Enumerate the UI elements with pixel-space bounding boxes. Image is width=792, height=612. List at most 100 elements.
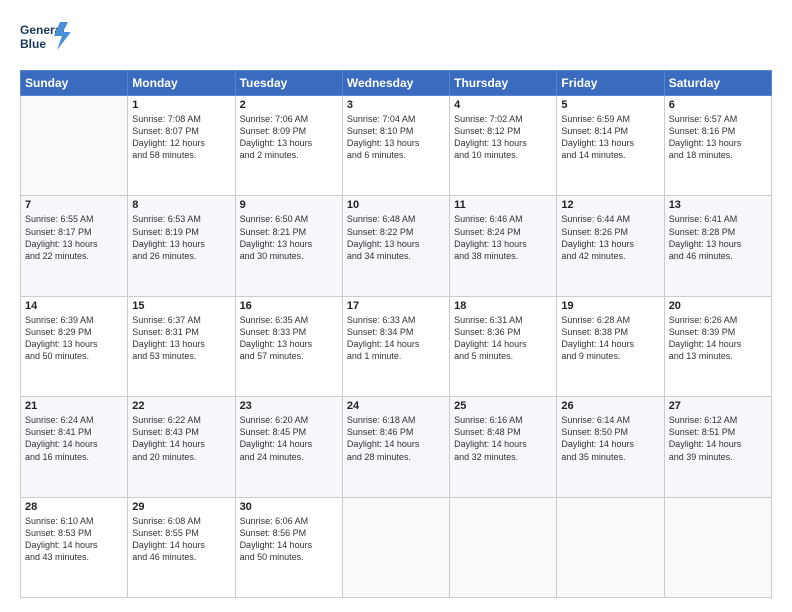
day-info: Sunrise: 6:20 AM Sunset: 8:45 PM Dayligh… (240, 414, 338, 463)
calendar-week-row: 1 Sunrise: 7:08 AM Sunset: 8:07 PM Daylig… (21, 96, 772, 196)
calendar-day-cell: 1 Sunrise: 7:08 AM Sunset: 8:07 PM Daylig… (128, 96, 235, 196)
day-number: 15 (132, 300, 230, 312)
day-info: Sunrise: 6:10 AM Sunset: 8:53 PM Dayligh… (25, 515, 123, 564)
day-number: 24 (347, 400, 445, 412)
day-info: Sunrise: 6:41 AM Sunset: 8:28 PM Dayligh… (669, 213, 767, 262)
day-info: Sunrise: 7:08 AM Sunset: 8:07 PM Dayligh… (132, 113, 230, 162)
day-info: Sunrise: 6:14 AM Sunset: 8:50 PM Dayligh… (561, 414, 659, 463)
day-number: 19 (561, 300, 659, 312)
header: General Blue (20, 18, 772, 60)
calendar-day-cell: 25 Sunrise: 6:16 AM Sunset: 8:48 PM Dayli… (450, 397, 557, 497)
calendar-day-cell: 17Sunrise: 6:33 AM Sunset: 8:34 PM Dayli… (342, 296, 449, 396)
day-info: Sunrise: 6:08 AM Sunset: 8:55 PM Dayligh… (132, 515, 230, 564)
day-info: Sunrise: 6:53 AM Sunset: 8:19 PM Dayligh… (132, 213, 230, 262)
svg-text:Blue: Blue (20, 37, 46, 51)
day-number: 1 (132, 99, 230, 111)
calendar-day-cell: 12 Sunrise: 6:44 AM Sunset: 8:26 PM Dayli… (557, 196, 664, 296)
calendar-day-header: Friday (557, 71, 664, 96)
calendar-day-cell: 9 Sunrise: 6:50 AM Sunset: 8:21 PM Daylig… (235, 196, 342, 296)
calendar-day-cell: 29 Sunrise: 6:08 AM Sunset: 8:55 PM Dayli… (128, 497, 235, 597)
calendar-day-header: Wednesday (342, 71, 449, 96)
day-info: Sunrise: 6:57 AM Sunset: 8:16 PM Dayligh… (669, 113, 767, 162)
calendar-day-cell: 3 Sunrise: 7:04 AM Sunset: 8:10 PM Daylig… (342, 96, 449, 196)
day-number: 9 (240, 199, 338, 211)
day-number: 30 (240, 501, 338, 513)
day-number: 17 (347, 300, 445, 312)
calendar-day-cell: 7Sunrise: 6:55 AM Sunset: 8:17 PM Daylig… (21, 196, 128, 296)
calendar-header-row: SundayMondayTuesdayWednesdayThursdayFrid… (21, 71, 772, 96)
day-number: 2 (240, 99, 338, 111)
day-info: Sunrise: 6:44 AM Sunset: 8:26 PM Dayligh… (561, 213, 659, 262)
calendar-day-header: Sunday (21, 71, 128, 96)
calendar-day-header: Thursday (450, 71, 557, 96)
day-number: 27 (669, 400, 767, 412)
calendar-week-row: 21 Sunrise: 6:24 AM Sunset: 8:41 PM Dayli… (21, 397, 772, 497)
day-number: 12 (561, 199, 659, 211)
day-number: 6 (669, 99, 767, 111)
calendar-day-cell: 6 Sunrise: 6:57 AM Sunset: 8:16 PM Daylig… (664, 96, 771, 196)
calendar-day-cell: 14 Sunrise: 6:39 AM Sunset: 8:29 PM Dayli… (21, 296, 128, 396)
calendar-day-cell (450, 497, 557, 597)
calendar-day-cell: 22 Sunrise: 6:22 AM Sunset: 8:43 PM Dayli… (128, 397, 235, 497)
day-number: 21 (25, 400, 123, 412)
calendar-day-cell: 15 Sunrise: 6:37 AM Sunset: 8:31 PM Dayli… (128, 296, 235, 396)
calendar-day-cell (21, 96, 128, 196)
day-number: 4 (454, 99, 552, 111)
day-info: Sunrise: 6:28 AM Sunset: 8:38 PM Dayligh… (561, 314, 659, 363)
calendar-table: SundayMondayTuesdayWednesdayThursdayFrid… (20, 70, 772, 598)
day-info: Sunrise: 6:35 AM Sunset: 8:33 PM Dayligh… (240, 314, 338, 363)
logo-svg: General Blue (20, 18, 70, 60)
calendar-day-cell: 20 Sunrise: 6:26 AM Sunset: 8:39 PM Dayli… (664, 296, 771, 396)
day-number: 23 (240, 400, 338, 412)
day-info: Sunrise: 6:22 AM Sunset: 8:43 PM Dayligh… (132, 414, 230, 463)
day-number: 25 (454, 400, 552, 412)
calendar-day-header: Monday (128, 71, 235, 96)
calendar-day-cell: 21 Sunrise: 6:24 AM Sunset: 8:41 PM Dayli… (21, 397, 128, 497)
calendar-week-row: 7Sunrise: 6:55 AM Sunset: 8:17 PM Daylig… (21, 196, 772, 296)
day-info: Sunrise: 6:37 AM Sunset: 8:31 PM Dayligh… (132, 314, 230, 363)
day-number: 5 (561, 99, 659, 111)
day-number: 18 (454, 300, 552, 312)
day-number: 28 (25, 501, 123, 513)
calendar-day-header: Tuesday (235, 71, 342, 96)
calendar-day-header: Saturday (664, 71, 771, 96)
day-info: Sunrise: 6:06 AM Sunset: 8:56 PM Dayligh… (240, 515, 338, 564)
calendar-week-row: 14 Sunrise: 6:39 AM Sunset: 8:29 PM Dayli… (21, 296, 772, 396)
calendar-day-cell: 27Sunrise: 6:12 AM Sunset: 8:51 PM Dayli… (664, 397, 771, 497)
calendar-day-cell: 10Sunrise: 6:48 AM Sunset: 8:22 PM Dayli… (342, 196, 449, 296)
day-info: Sunrise: 7:04 AM Sunset: 8:10 PM Dayligh… (347, 113, 445, 162)
day-info: Sunrise: 6:24 AM Sunset: 8:41 PM Dayligh… (25, 414, 123, 463)
calendar-day-cell: 30 Sunrise: 6:06 AM Sunset: 8:56 PM Dayli… (235, 497, 342, 597)
day-info: Sunrise: 6:26 AM Sunset: 8:39 PM Dayligh… (669, 314, 767, 363)
day-number: 10 (347, 199, 445, 211)
day-number: 3 (347, 99, 445, 111)
calendar-day-cell: 28 Sunrise: 6:10 AM Sunset: 8:53 PM Dayli… (21, 497, 128, 597)
calendar-day-cell: 23 Sunrise: 6:20 AM Sunset: 8:45 PM Dayli… (235, 397, 342, 497)
day-number: 26 (561, 400, 659, 412)
day-info: Sunrise: 6:39 AM Sunset: 8:29 PM Dayligh… (25, 314, 123, 363)
day-number: 8 (132, 199, 230, 211)
day-number: 29 (132, 501, 230, 513)
calendar-day-cell: 11Sunrise: 6:46 AM Sunset: 8:24 PM Dayli… (450, 196, 557, 296)
calendar-week-row: 28 Sunrise: 6:10 AM Sunset: 8:53 PM Dayli… (21, 497, 772, 597)
calendar-day-cell: 18 Sunrise: 6:31 AM Sunset: 8:36 PM Dayli… (450, 296, 557, 396)
calendar-day-cell: 5Sunrise: 6:59 AM Sunset: 8:14 PM Daylig… (557, 96, 664, 196)
logo: General Blue (20, 18, 70, 60)
day-number: 13 (669, 199, 767, 211)
day-info: Sunrise: 6:31 AM Sunset: 8:36 PM Dayligh… (454, 314, 552, 363)
calendar-day-cell (664, 497, 771, 597)
day-number: 14 (25, 300, 123, 312)
calendar-day-cell: 4 Sunrise: 7:02 AM Sunset: 8:12 PM Daylig… (450, 96, 557, 196)
calendar-day-cell (342, 497, 449, 597)
day-info: Sunrise: 6:16 AM Sunset: 8:48 PM Dayligh… (454, 414, 552, 463)
calendar-day-cell: 16 Sunrise: 6:35 AM Sunset: 8:33 PM Dayli… (235, 296, 342, 396)
calendar-day-cell: 8 Sunrise: 6:53 AM Sunset: 8:19 PM Daylig… (128, 196, 235, 296)
day-number: 20 (669, 300, 767, 312)
day-number: 16 (240, 300, 338, 312)
day-info: Sunrise: 6:46 AM Sunset: 8:24 PM Dayligh… (454, 213, 552, 262)
calendar-day-cell (557, 497, 664, 597)
day-info: Sunrise: 7:02 AM Sunset: 8:12 PM Dayligh… (454, 113, 552, 162)
day-number: 7 (25, 199, 123, 211)
day-number: 22 (132, 400, 230, 412)
day-info: Sunrise: 6:50 AM Sunset: 8:21 PM Dayligh… (240, 213, 338, 262)
